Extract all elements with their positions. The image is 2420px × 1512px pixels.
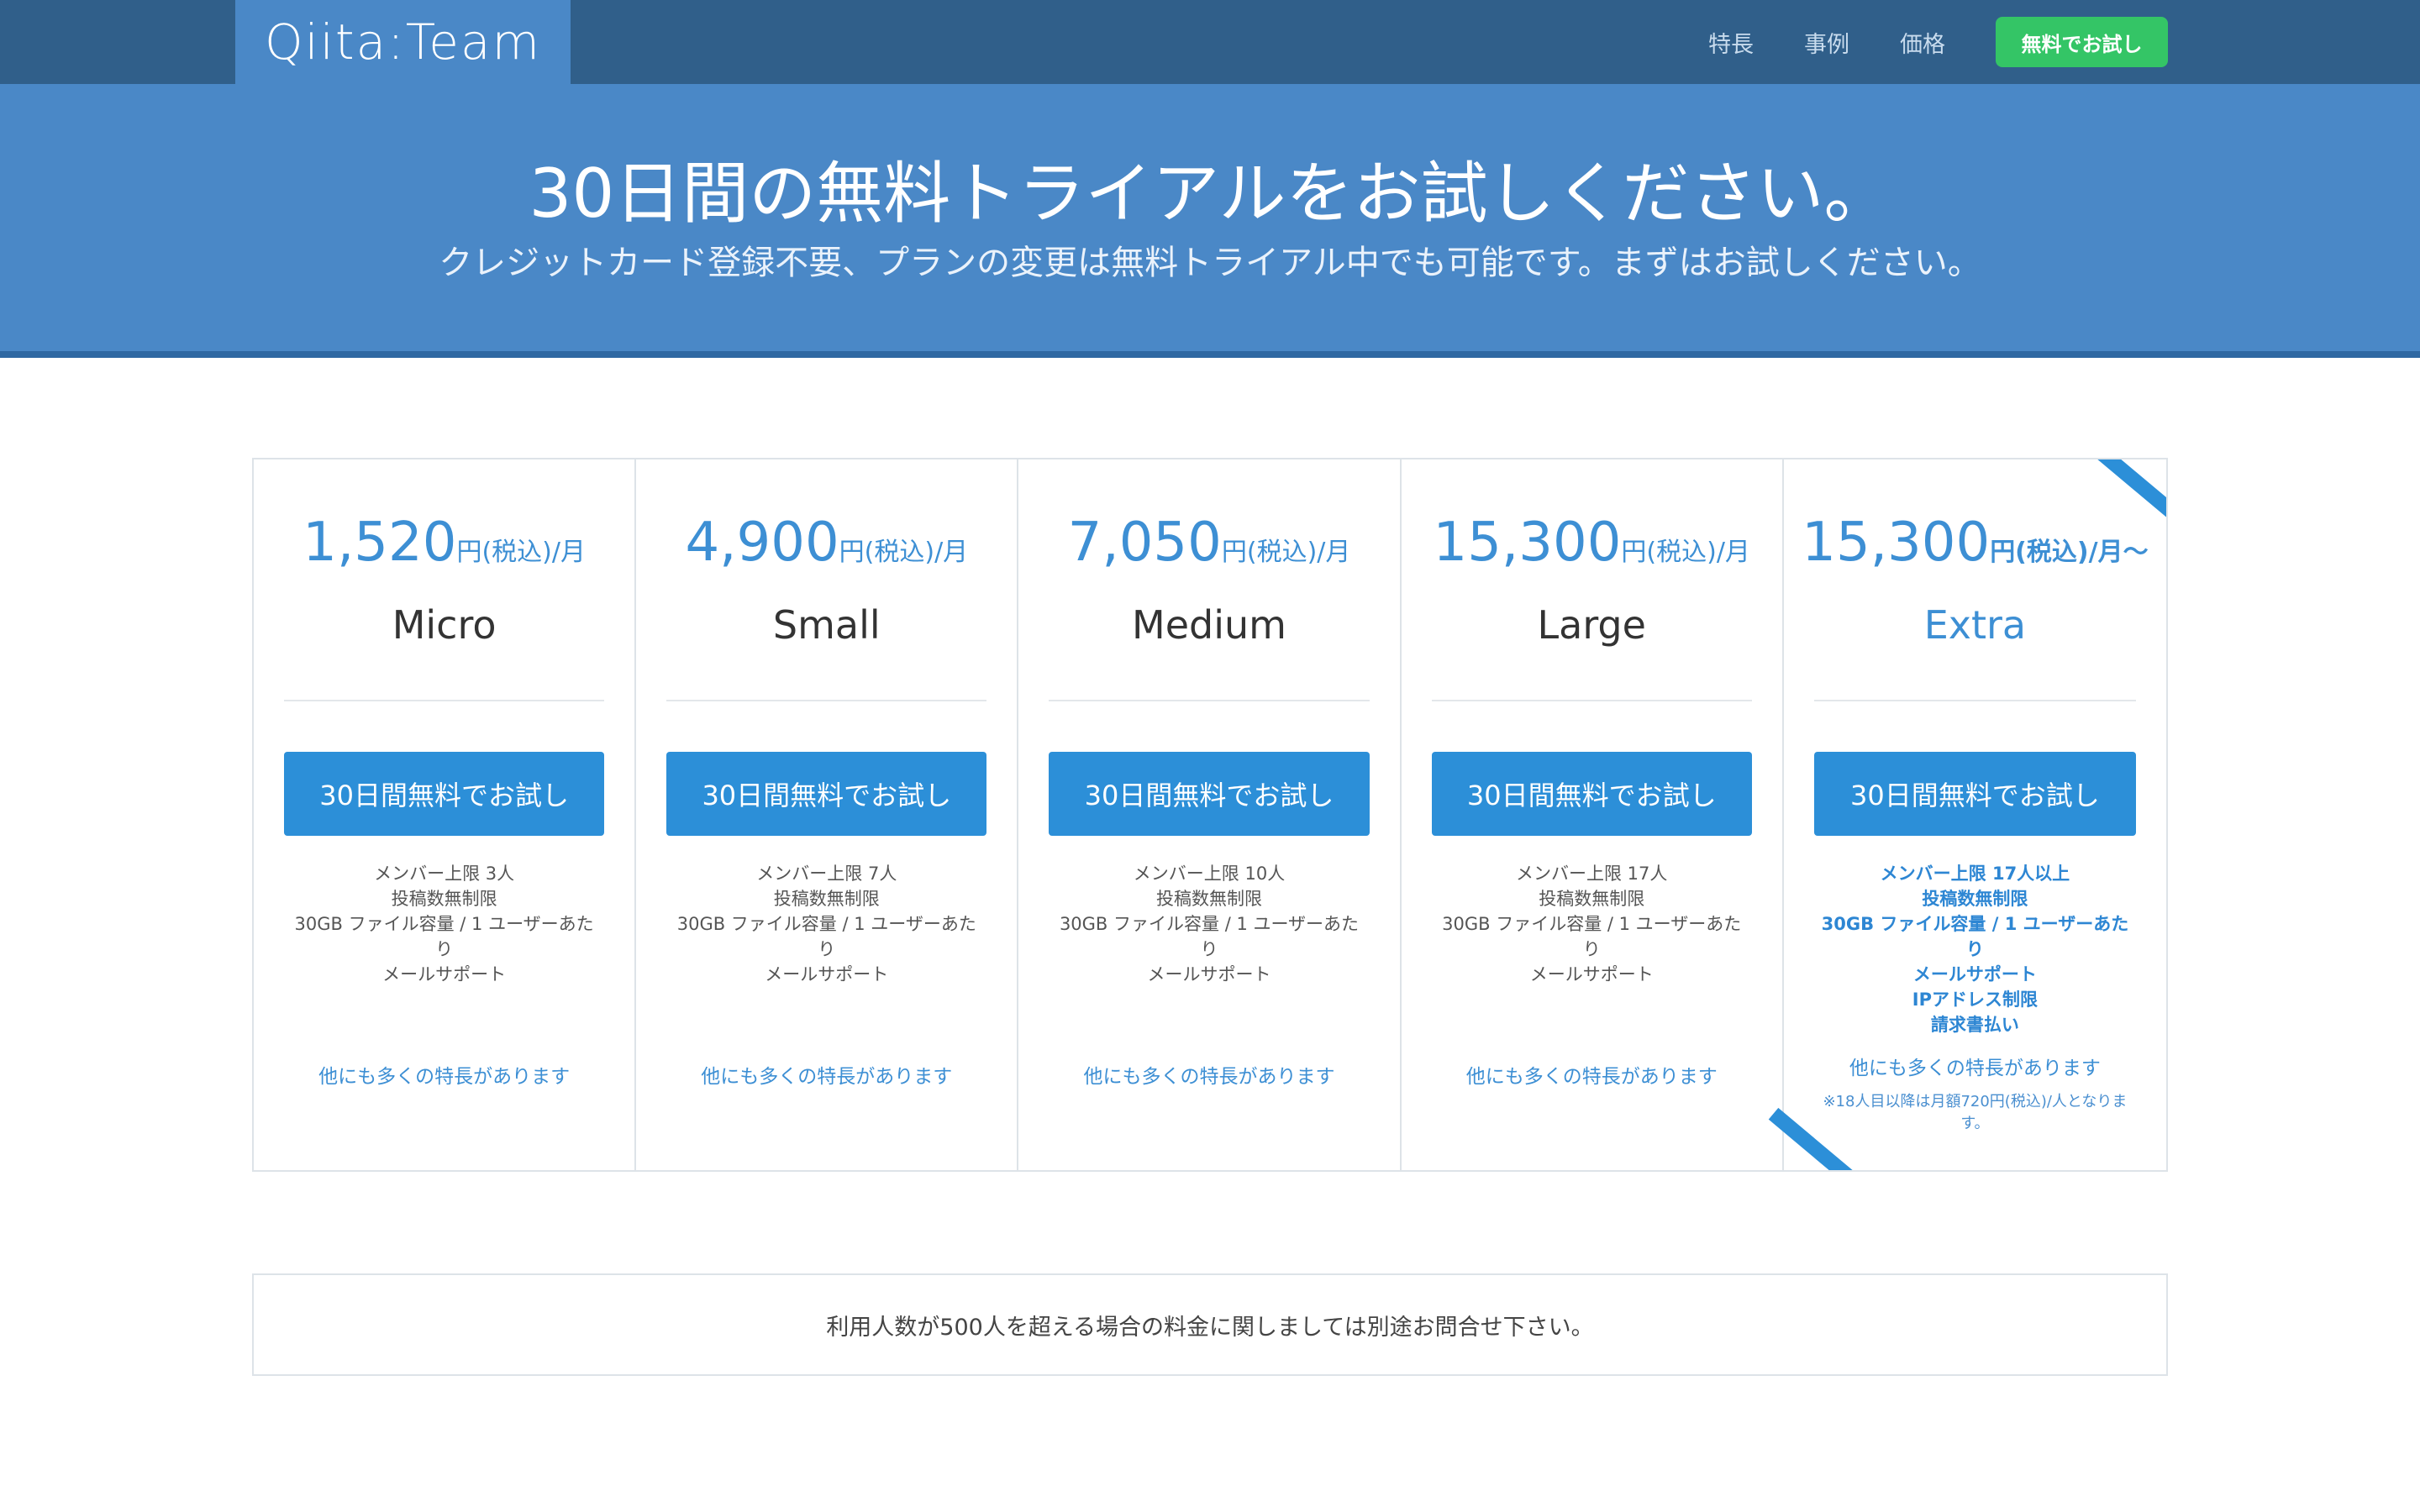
plan-price: 15,300円(税込)/月 <box>1402 512 1782 574</box>
plan-name: Small <box>772 602 881 648</box>
feature-item: IPアドレス制限 <box>1912 990 2039 1010</box>
feature-item: 投稿数無制限 <box>391 889 497 909</box>
more-features-link[interactable]: 他にも多くの特長があります <box>1018 1060 1399 1089</box>
pricing-table: 1,520円(税込)/月 Micro 30日間無料でお試し メンバー上限 3人 … <box>252 458 2168 1172</box>
price-amount: 4,900 <box>685 512 839 574</box>
feature-item: 30GB ファイル容量 / 1 ユーザーあたり <box>676 914 976 959</box>
plan-name: Micro <box>392 602 497 648</box>
try-free-button-extra[interactable]: 30日間無料でお試し <box>1813 752 2137 836</box>
feature-item: メールサポート <box>1912 964 2037 984</box>
free-trial-button[interactable]: 無料でお試し <box>1996 17 2168 67</box>
plan-name: Large <box>1537 602 1646 648</box>
feature-item: メールサポート <box>382 964 507 984</box>
price-amount: 15,300 <box>1433 512 1622 574</box>
nav-link-features[interactable]: 特長 <box>1708 26 1754 59</box>
feature-item: 30GB ファイル容量 / 1 ユーザーあたり <box>294 914 594 959</box>
feature-list: メンバー上限 17人 投稿数無制限 30GB ファイル容量 / 1 ユーザーあた… <box>1435 861 1749 987</box>
nav-link-cases[interactable]: 事例 <box>1804 26 1849 59</box>
feature-list: メンバー上限 7人 投稿数無制限 30GB ファイル容量 / 1 ユーザーあたり… <box>670 861 983 987</box>
feature-item: 投稿数無制限 <box>1922 889 2028 909</box>
feature-item: 30GB ファイル容量 / 1 ユーザーあたり <box>1821 914 2129 959</box>
hero-title: 30日間の無料トライアルをお試しください。 <box>529 155 1891 233</box>
plan-price: 1,520円(税込)/月 <box>254 512 634 574</box>
price-unit: 円(税込)/月 <box>456 538 586 567</box>
try-free-button-medium[interactable]: 30日間無料でお試し <box>1049 752 1370 836</box>
divider <box>284 700 605 701</box>
hero-banner: 30日間の無料トライアルをお試しください。 クレジットカード登録不要、プランの変… <box>0 84 2420 358</box>
try-free-button-small[interactable]: 30日間無料でお試し <box>666 752 987 836</box>
enterprise-note-text: 利用人数が500人を超える場合の料金に関しましては別途お問合せ下さい。 <box>826 1314 1594 1341</box>
plan-card-medium: 7,050円(税込)/月 Medium 30日間無料でお試し メンバー上限 10… <box>1018 459 1402 1170</box>
nav-link-pricing[interactable]: 価格 <box>1900 26 1945 59</box>
more-features-link[interactable]: 他にも多くの特長があります <box>254 1060 634 1089</box>
plan-card-micro: 1,520円(税込)/月 Micro 30日間無料でお試し メンバー上限 3人 … <box>254 459 637 1170</box>
main-nav: 特長 事例 価格 無料でお試し <box>1708 0 2168 84</box>
price-amount: 1,520 <box>302 512 457 574</box>
feature-item: メールサポート <box>1147 964 1271 984</box>
plan-price: 7,050円(税込)/月 <box>1018 512 1399 574</box>
more-features-link[interactable]: 他にも多くの特長があります <box>1784 1052 2166 1080</box>
feature-item: 30GB ファイル容量 / 1 ユーザーあたり <box>1442 914 1742 959</box>
feature-item: メンバー上限 10人 <box>1133 864 1286 884</box>
feature-item: 30GB ファイル容量 / 1 ユーザーあたり <box>1059 914 1360 959</box>
price-amount: 7,050 <box>1067 512 1222 574</box>
logo[interactable]: Qiita:Team <box>235 0 571 84</box>
enterprise-note: 利用人数が500人を超える場合の料金に関しましては別途お問合せ下さい。 <box>252 1273 2168 1376</box>
try-free-button-micro[interactable]: 30日間無料でお試し <box>284 752 605 836</box>
price-amount: 15,300 <box>1802 512 1991 574</box>
plan-price: 4,900円(税込)/月 <box>636 512 1017 574</box>
hero-subtitle: クレジットカード登録不要、プランの変更は無料トライアル中でも可能です。まずはお試… <box>439 244 1981 282</box>
plan-card-large: 15,300円(税込)/月 Large 30日間無料でお試し メンバー上限 17… <box>1402 459 1784 1170</box>
feature-item: メンバー上限 17人以上 <box>1880 864 2070 884</box>
divider <box>1813 700 2137 701</box>
plan-card-extra: 15,300円(税込)/月〜 Extra 30日間無料でお試し メンバー上限 1… <box>1768 459 2166 1170</box>
feature-item: 投稿数無制限 <box>1156 889 1262 909</box>
feature-item: メンバー上限 17人 <box>1516 864 1668 884</box>
try-free-button-large[interactable]: 30日間無料でお試し <box>1431 752 1752 836</box>
plan-name: Extra <box>1923 602 2027 648</box>
feature-item: メンバー上限 3人 <box>374 864 515 884</box>
price-unit: 円(税込)/月 <box>1621 538 1750 567</box>
plan-name: Medium <box>1132 602 1286 648</box>
feature-item: メンバー上限 7人 <box>756 864 897 884</box>
extra-pricing-note: ※18人目以降は月額720円(税込)/人となります。 <box>1823 1093 2128 1132</box>
price-unit: 円(税込)/月 <box>839 538 969 567</box>
feature-list: メンバー上限 3人 投稿数無制限 30GB ファイル容量 / 1 ユーザーあたり… <box>287 861 601 987</box>
divider <box>1431 700 1752 701</box>
feature-item: メールサポート <box>1529 964 1654 984</box>
feature-item: 請求書払い <box>1930 1015 2019 1035</box>
divider <box>666 700 987 701</box>
price-unit: 円(税込)/月〜 <box>1990 538 2149 567</box>
more-features-link[interactable]: 他にも多くの特長があります <box>636 1060 1017 1089</box>
feature-item: 投稿数無制限 <box>773 889 880 909</box>
divider <box>1049 700 1370 701</box>
feature-item: メールサポート <box>765 964 889 984</box>
logo-text: Qiita:Team <box>264 13 541 71</box>
plan-price: 15,300円(税込)/月〜 <box>1784 512 2166 574</box>
top-header: Qiita:Team 特長 事例 価格 無料でお試し <box>0 0 2420 84</box>
more-features-link[interactable]: 他にも多くの特長があります <box>1402 1060 1782 1089</box>
feature-list: メンバー上限 10人 投稿数無制限 30GB ファイル容量 / 1 ユーザーあた… <box>1052 861 1365 987</box>
price-unit: 円(税込)/月 <box>1221 538 1351 567</box>
feature-list: メンバー上限 17人以上 投稿数無制限 30GB ファイル容量 / 1 ユーザー… <box>1818 861 2133 1037</box>
plan-card-small: 4,900円(税込)/月 Small 30日間無料でお試し メンバー上限 7人 … <box>636 459 1019 1170</box>
feature-item: 投稿数無制限 <box>1539 889 1645 909</box>
